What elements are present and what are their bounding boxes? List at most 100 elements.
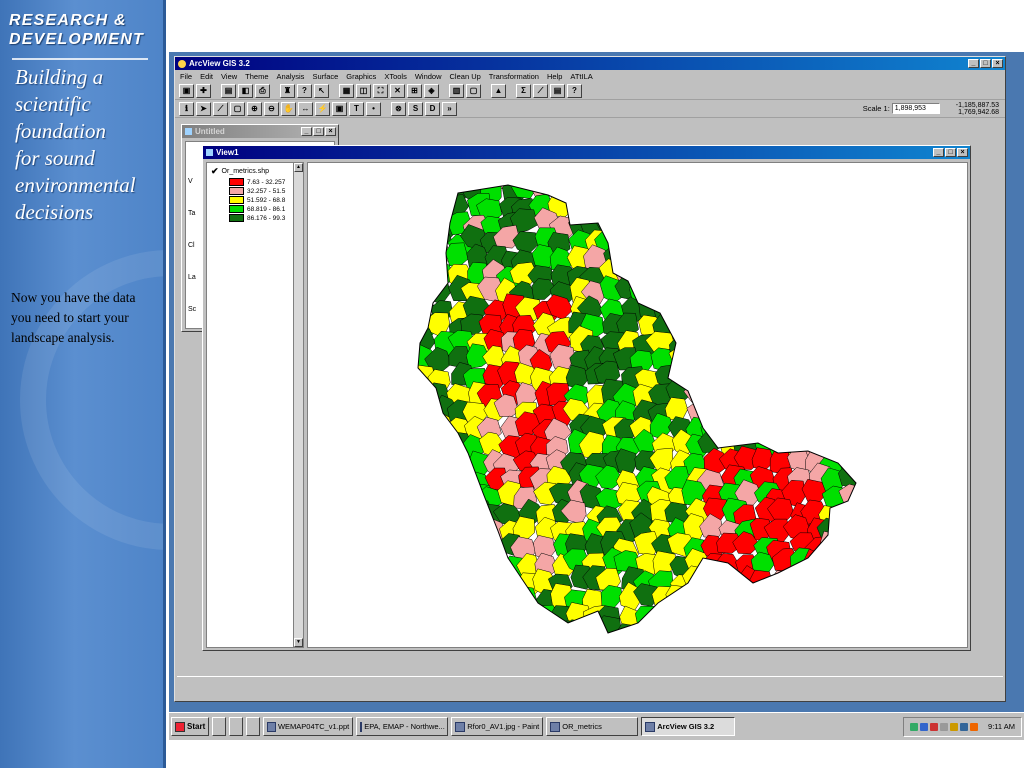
- watershed-polygon[interactable]: [429, 163, 452, 182]
- watershed-polygon[interactable]: [735, 309, 763, 335]
- watershed-polygon[interactable]: [782, 586, 811, 614]
- watershed-polygon[interactable]: [853, 452, 879, 477]
- watershed-polygon[interactable]: [450, 484, 474, 512]
- watershed-polygon[interactable]: [685, 175, 709, 201]
- watershed-polygon[interactable]: [735, 216, 758, 241]
- menu-window[interactable]: Window: [415, 72, 442, 81]
- watershed-polygon[interactable]: [685, 280, 712, 309]
- vertex-icon[interactable]: ⟋: [213, 101, 228, 116]
- watershed-polygon[interactable]: [719, 264, 745, 289]
- watershed-polygon[interactable]: [664, 247, 689, 275]
- watershed-polygon[interactable]: [791, 383, 818, 408]
- watershed-polygon[interactable]: [816, 267, 844, 291]
- menu-file[interactable]: File: [180, 72, 192, 81]
- watershed-polygon[interactable]: [464, 587, 492, 615]
- arcview-titlebar[interactable]: ArcView GIS 3.2 _ □ ×: [175, 57, 1005, 70]
- watershed-polygon[interactable]: [458, 539, 486, 561]
- watershed-polygon[interactable]: [668, 261, 694, 287]
- watershed-polygon[interactable]: [702, 206, 731, 235]
- menu-analysis[interactable]: Analysis: [277, 72, 305, 81]
- watershed-polygon[interactable]: [783, 215, 809, 239]
- menu-xtools[interactable]: XTools: [384, 72, 407, 81]
- watershed-polygon[interactable]: [730, 607, 757, 629]
- watershed-polygon[interactable]: [481, 566, 505, 594]
- d-tool-icon[interactable]: D: [425, 101, 440, 116]
- watershed-polygon[interactable]: [699, 195, 722, 219]
- watershed-polygon[interactable]: [431, 435, 459, 460]
- watershed-polygon[interactable]: [654, 248, 680, 269]
- watershed-polygon[interactable]: [647, 233, 672, 255]
- watershed-polygon[interactable]: [765, 278, 789, 306]
- menu-help[interactable]: Help: [547, 72, 562, 81]
- watershed-polygon[interactable]: [771, 246, 799, 274]
- watershed-polygon[interactable]: [414, 605, 439, 632]
- watershed-polygon[interactable]: [411, 429, 437, 456]
- watershed-polygon[interactable]: [669, 603, 694, 630]
- watershed-polygon[interactable]: [770, 261, 799, 289]
- project-label-scripts[interactable]: Sc: [188, 306, 198, 313]
- watershed-polygon[interactable]: [765, 232, 792, 258]
- watershed-polygon[interactable]: [396, 264, 421, 291]
- watershed-polygon[interactable]: [851, 297, 873, 323]
- watershed-polygon[interactable]: [753, 618, 782, 640]
- watershed-polygon[interactable]: [396, 433, 424, 456]
- watershed-polygon[interactable]: [416, 448, 442, 474]
- watershed-polygon[interactable]: [750, 194, 777, 218]
- watershed-polygon[interactable]: [568, 196, 594, 220]
- watershed-polygon[interactable]: [649, 623, 677, 647]
- save-icon[interactable]: ▣: [179, 83, 194, 98]
- watershed-polygon[interactable]: [413, 163, 437, 188]
- watershed-polygon[interactable]: [395, 209, 421, 232]
- watershed-polygon[interactable]: [704, 602, 728, 629]
- pan-icon[interactable]: ✋: [281, 101, 296, 116]
- watershed-polygon[interactable]: [615, 249, 642, 273]
- watershed-polygon[interactable]: [445, 242, 469, 268]
- watershed-polygon[interactable]: [396, 315, 420, 339]
- watershed-polygon[interactable]: [753, 231, 780, 257]
- watershed-polygon[interactable]: [545, 165, 576, 189]
- watershed-polygon[interactable]: [860, 208, 883, 234]
- watershed-polygon[interactable]: [409, 265, 435, 289]
- watershed-polygon[interactable]: [448, 496, 470, 522]
- watershed-polygon[interactable]: [732, 330, 756, 355]
- watershed-polygon[interactable]: [718, 344, 743, 370]
- watershed-polygon[interactable]: [714, 331, 742, 356]
- watershed-polygon[interactable]: [632, 208, 658, 232]
- watershed-polygon[interactable]: [798, 398, 828, 427]
- watershed-polygon[interactable]: [752, 606, 777, 629]
- watershed-polygon[interactable]: [399, 297, 423, 325]
- watershed-polygon[interactable]: [719, 276, 747, 302]
- watershed-polygon[interactable]: [444, 449, 472, 473]
- draw-point-icon[interactable]: •: [366, 101, 381, 116]
- watershed-polygon[interactable]: [628, 195, 655, 219]
- watershed-polygon[interactable]: [755, 315, 782, 337]
- project-label-views[interactable]: V: [188, 178, 198, 185]
- watershed-polygon[interactable]: [703, 381, 730, 403]
- watershed-polygon[interactable]: [479, 615, 506, 643]
- watershed-polygon[interactable]: [823, 316, 848, 340]
- quicklaunch-app-icon[interactable]: [229, 717, 244, 736]
- watershed-polygon[interactable]: [858, 505, 882, 527]
- watershed-polygon[interactable]: [700, 259, 729, 285]
- watershed-polygon[interactable]: [630, 260, 657, 287]
- watershed-polygon[interactable]: [412, 502, 439, 530]
- watershed-polygon[interactable]: [566, 163, 592, 186]
- watershed-polygon[interactable]: [851, 417, 881, 441]
- watershed-polygon[interactable]: [788, 361, 814, 388]
- menu-graphics[interactable]: Graphics: [346, 72, 376, 81]
- watershed-polygon[interactable]: [531, 620, 556, 647]
- text-icon[interactable]: T: [349, 101, 364, 116]
- watershed-polygon[interactable]: [549, 620, 579, 645]
- watershed-polygon[interactable]: [699, 587, 723, 614]
- watershed-polygon[interactable]: [410, 275, 433, 303]
- watershed-polygon[interactable]: [493, 572, 519, 598]
- watershed-polygon[interactable]: [391, 344, 419, 369]
- watershed-polygon[interactable]: [836, 246, 861, 273]
- quicklaunch-desktop-icon[interactable]: [212, 717, 227, 736]
- watershed-polygon[interactable]: [785, 277, 812, 302]
- watershed-polygon[interactable]: [857, 520, 879, 544]
- watershed-polygon[interactable]: [412, 568, 439, 592]
- watershed-polygon[interactable]: [821, 175, 846, 202]
- watershed-polygon[interactable]: [653, 297, 677, 320]
- watershed-polygon[interactable]: [397, 282, 424, 308]
